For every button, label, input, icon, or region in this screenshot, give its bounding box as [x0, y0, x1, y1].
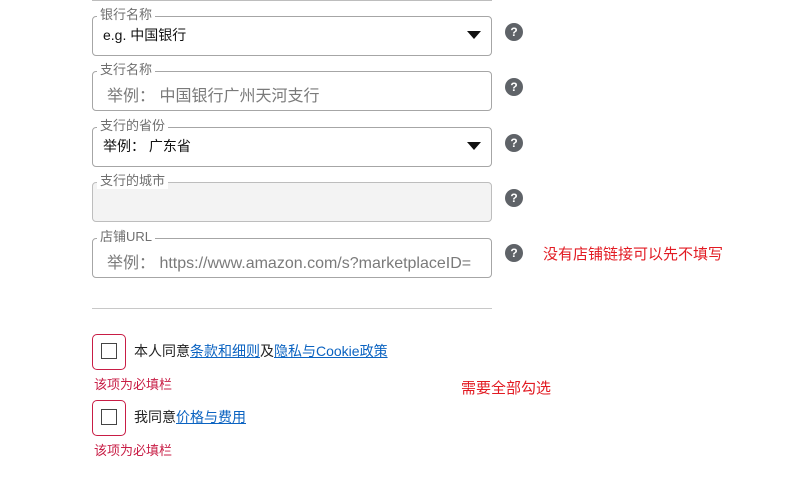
store-url-label: 店铺URL: [97, 229, 156, 245]
terms-required-error: 该项为必填栏: [94, 377, 173, 392]
bank-name-value: e.g. 中国银行: [103, 27, 187, 43]
help-icon[interactable]: ?: [505, 189, 523, 207]
store-url-placeholder: 举例： https://www.amazon.com/s?marketplace…: [107, 255, 472, 272]
pricing-required-error: 该项为必填栏: [94, 443, 173, 458]
store-link-note: 没有店铺链接可以先不填写: [543, 246, 724, 263]
branch-name-input[interactable]: 支行名称 举例： 中国银行广州天河支行: [92, 62, 492, 111]
pricing-fees-link[interactable]: 价格与费用: [176, 409, 246, 425]
pricing-checkbox-wrapper[interactable]: [92, 400, 126, 436]
branch-name-placeholder: 举例： 中国银行广州天河支行: [107, 88, 320, 105]
branch-city-label: 支行的城市: [97, 173, 169, 189]
terms-checkbox-wrapper[interactable]: [92, 334, 126, 370]
terms-middle: 及: [260, 343, 274, 359]
terms-agreement-label: 本人同意条款和细则及隐私与Cookie政策: [134, 341, 388, 361]
store-url-input[interactable]: 店铺URL 举例： https://www.amazon.com/s?marke…: [92, 229, 492, 278]
help-icon[interactable]: ?: [505, 78, 523, 96]
help-icon[interactable]: ?: [505, 23, 523, 41]
select-all-note: 需要全部勾选: [461, 380, 552, 397]
top-divider: [92, 0, 492, 1]
help-icon[interactable]: ?: [505, 244, 523, 262]
chevron-down-icon: [467, 142, 481, 150]
bank-name-select[interactable]: 银行名称 e.g. 中国银行: [92, 7, 492, 56]
pricing-checkbox[interactable]: [101, 409, 117, 425]
terms-link[interactable]: 条款和细则: [190, 343, 260, 359]
terms-checkbox[interactable]: [101, 343, 117, 359]
bank-name-label: 银行名称: [97, 7, 156, 23]
branch-province-label: 支行的省份: [97, 118, 169, 134]
help-icon[interactable]: ?: [505, 134, 523, 152]
branch-city-input[interactable]: 支行的城市: [92, 173, 492, 222]
pricing-prefix: 我同意: [134, 409, 176, 425]
chevron-down-icon: [467, 31, 481, 39]
terms-prefix: 本人同意: [134, 343, 190, 359]
section-divider: [92, 308, 492, 309]
branch-province-select[interactable]: 支行的省份 举例： 广东省: [92, 118, 492, 167]
privacy-cookie-link[interactable]: 隐私与Cookie政策: [274, 343, 388, 359]
pricing-agreement-label: 我同意价格与费用: [134, 407, 246, 427]
branch-name-label: 支行名称: [97, 62, 156, 78]
branch-province-value: 举例： 广东省: [103, 138, 191, 154]
